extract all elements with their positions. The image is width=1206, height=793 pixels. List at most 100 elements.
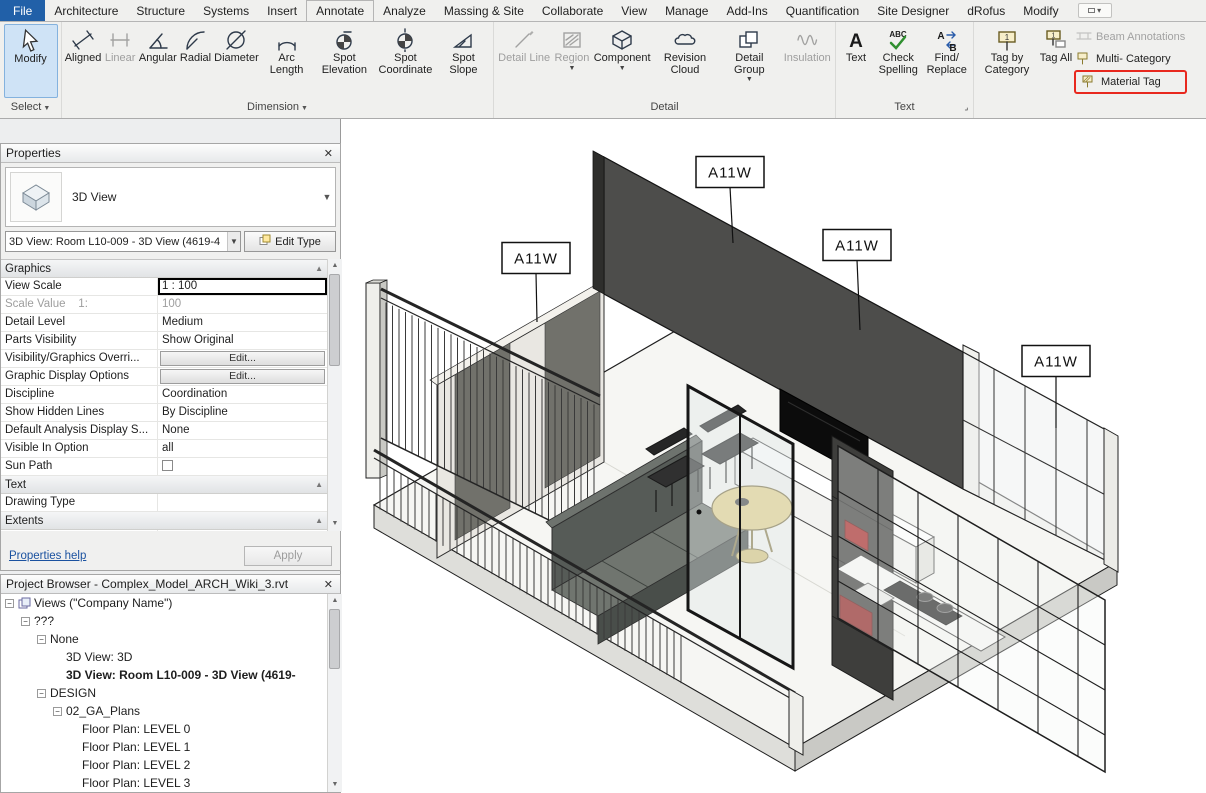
property-value[interactable]: Edit... [158, 350, 327, 367]
button-tag-by-category[interactable]: 1Tag by Category [976, 24, 1038, 98]
instance-selector[interactable]: 3D View: Room L10-009 - 3D View (4619-4 … [5, 231, 241, 252]
tree-item-3d-view-room-l10-009-3d-view-4619[interactable]: 3D View: Room L10-009 - 3D View (4619- [1, 666, 327, 684]
button-spot-slope[interactable]: Spot Slope [436, 24, 491, 98]
tab-quantification[interactable]: Quantification [777, 0, 868, 21]
property-value[interactable]: 1 : 100 [158, 278, 327, 295]
property-value[interactable]: Show Original [158, 332, 327, 349]
button-arc-length[interactable]: Arc Length [259, 24, 313, 98]
modify-button[interactable]: Modify [4, 24, 58, 98]
button-beam-annotations[interactable]: Beam Annotations [1074, 27, 1187, 47]
property-value[interactable]: all [158, 440, 327, 457]
apply-button[interactable]: Apply [244, 546, 332, 566]
tab-insert[interactable]: Insert [258, 0, 306, 21]
property-value[interactable]: 100 [158, 296, 327, 313]
scroll-up-icon[interactable]: ▲ [328, 594, 342, 608]
type-selector[interactable]: 3D View ▼ [5, 167, 336, 227]
edit-type-button[interactable]: Edit Type [244, 231, 336, 252]
tree-item-floor-plan-level-3[interactable]: Floor Plan: LEVEL 3 [1, 774, 327, 792]
tab-site-designer[interactable]: Site Designer [868, 0, 958, 21]
properties-title-bar[interactable]: Properties ✕ [1, 144, 340, 163]
scrollbar-thumb[interactable] [329, 274, 340, 366]
tab-annotate[interactable]: Annotate [306, 0, 374, 21]
properties-help-link[interactable]: Properties help [9, 550, 86, 562]
project-browser-title-bar[interactable]: Project Browser - Complex_Model_ARCH_Wik… [1, 575, 340, 594]
tab-massing-site[interactable]: Massing & Site [435, 0, 533, 21]
button-insulation[interactable]: Insulation [783, 24, 832, 98]
properties-scrollbar[interactable]: ▲ ▼ [327, 259, 342, 531]
scroll-down-icon[interactable]: ▼ [328, 778, 342, 792]
button-spot-elevation[interactable]: Spot Elevation [314, 24, 375, 98]
tree-item-views-company-name[interactable]: −Views ("Company Name") [1, 594, 327, 612]
panel-label-select[interactable]: Select▼ [0, 98, 61, 118]
button-component[interactable]: Component▼ [593, 24, 652, 98]
tree-item-item[interactable]: −??? [1, 612, 327, 630]
property-value[interactable] [158, 458, 327, 475]
button-material-tag[interactable]: Material Tag [1079, 72, 1182, 92]
tree-item-floor-plan-level-1[interactable]: Floor Plan: LEVEL 1 [1, 738, 327, 756]
property-value[interactable]: ✓ [158, 530, 327, 531]
tree-expander-icon[interactable]: − [53, 707, 62, 716]
close-icon[interactable]: ✕ [322, 578, 335, 591]
property-value[interactable]: Medium [158, 314, 327, 331]
property-section-header[interactable]: Extents▲ [1, 512, 327, 530]
button-radial[interactable]: Radial [177, 24, 213, 98]
3d-view-canvas[interactable]: A11WA11WA11WA11W [342, 119, 1206, 793]
property-value[interactable]: Coordination [158, 386, 327, 403]
scrollbar-thumb[interactable] [329, 609, 340, 669]
tab-drofus[interactable]: dRofus [958, 0, 1014, 21]
panel-label-text[interactable]: Text [836, 98, 973, 118]
tab-architecture[interactable]: Architecture [45, 0, 127, 21]
tab-analyze[interactable]: Analyze [374, 0, 435, 21]
panel-label-dimension[interactable]: Dimension▼ [62, 98, 493, 118]
tab-add-ins[interactable]: Add-Ins [717, 0, 776, 21]
tree-expander-icon[interactable]: − [37, 689, 46, 698]
button-tag-all[interactable]: 1Tag All [1038, 24, 1074, 98]
button-diameter[interactable]: Diameter [213, 24, 259, 98]
edit-button[interactable]: Edit... [160, 369, 325, 384]
button-text[interactable]: AText [838, 24, 874, 98]
button-revision-cloud[interactable]: Revision Cloud [654, 24, 716, 98]
scroll-down-icon[interactable]: ▼ [328, 517, 342, 531]
checkbox[interactable] [162, 460, 173, 471]
tab-manage[interactable]: Manage [656, 0, 717, 21]
button-spot-coordinate[interactable]: Spot Coordinate [375, 24, 436, 98]
tree-expander-icon[interactable]: − [5, 599, 14, 608]
property-value[interactable]: None [158, 422, 327, 439]
button-find-replace[interactable]: ABFind/ Replace [923, 24, 972, 98]
button-angular[interactable]: Angular [138, 24, 177, 98]
tree-expander-icon[interactable]: − [21, 617, 30, 626]
property-value[interactable] [158, 494, 327, 511]
drawing-area[interactable]: A11WA11WA11WA11W [342, 119, 1206, 793]
property-section-header[interactable]: Graphics▲ [1, 260, 327, 278]
scroll-up-icon[interactable]: ▲ [328, 259, 342, 273]
button-aligned[interactable]: Aligned [64, 24, 102, 98]
button-multi-category[interactable]: Multi- Category [1074, 49, 1187, 69]
tree-item-none[interactable]: −None [1, 630, 327, 648]
tab-view[interactable]: View [612, 0, 656, 21]
tab-collaborate[interactable]: Collaborate [533, 0, 612, 21]
tree-expander-icon[interactable]: − [37, 635, 46, 644]
ribbon-display-toggle[interactable]: ▾ [1078, 3, 1112, 18]
button-detail-line[interactable]: Detail Line [497, 24, 551, 98]
tree-item-design[interactable]: −DESIGN [1, 684, 327, 702]
button-detail-group[interactable]: Detail Group▼ [718, 24, 780, 98]
button-label: Linear [105, 53, 136, 65]
tree-item-02-ga-plans[interactable]: −02_GA_Plans [1, 702, 327, 720]
tree-item-3d-view-3d[interactable]: 3D View: 3D [1, 648, 327, 666]
property-value[interactable]: Edit... [158, 368, 327, 385]
panel-label-detail[interactable]: Detail [494, 98, 835, 118]
tree-item-floor-plan-level-2[interactable]: Floor Plan: LEVEL 2 [1, 756, 327, 774]
property-section-header[interactable]: Text▲ [1, 476, 327, 494]
tab-file[interactable]: File [0, 0, 45, 21]
edit-button[interactable]: Edit... [160, 351, 325, 366]
tab-structure[interactable]: Structure [127, 0, 194, 21]
button-linear[interactable]: Linear [102, 24, 138, 98]
browser-scrollbar[interactable]: ▲ ▼ [327, 594, 342, 792]
close-icon[interactable]: ✕ [322, 147, 335, 160]
tab-systems[interactable]: Systems [194, 0, 258, 21]
button-check-spelling[interactable]: ABCCheck Spelling [874, 24, 923, 98]
tab-modify[interactable]: Modify [1014, 0, 1067, 21]
property-value[interactable]: By Discipline [158, 404, 327, 421]
tree-item-floor-plan-level-0[interactable]: Floor Plan: LEVEL 0 [1, 720, 327, 738]
button-region[interactable]: Region▼ [554, 24, 591, 98]
